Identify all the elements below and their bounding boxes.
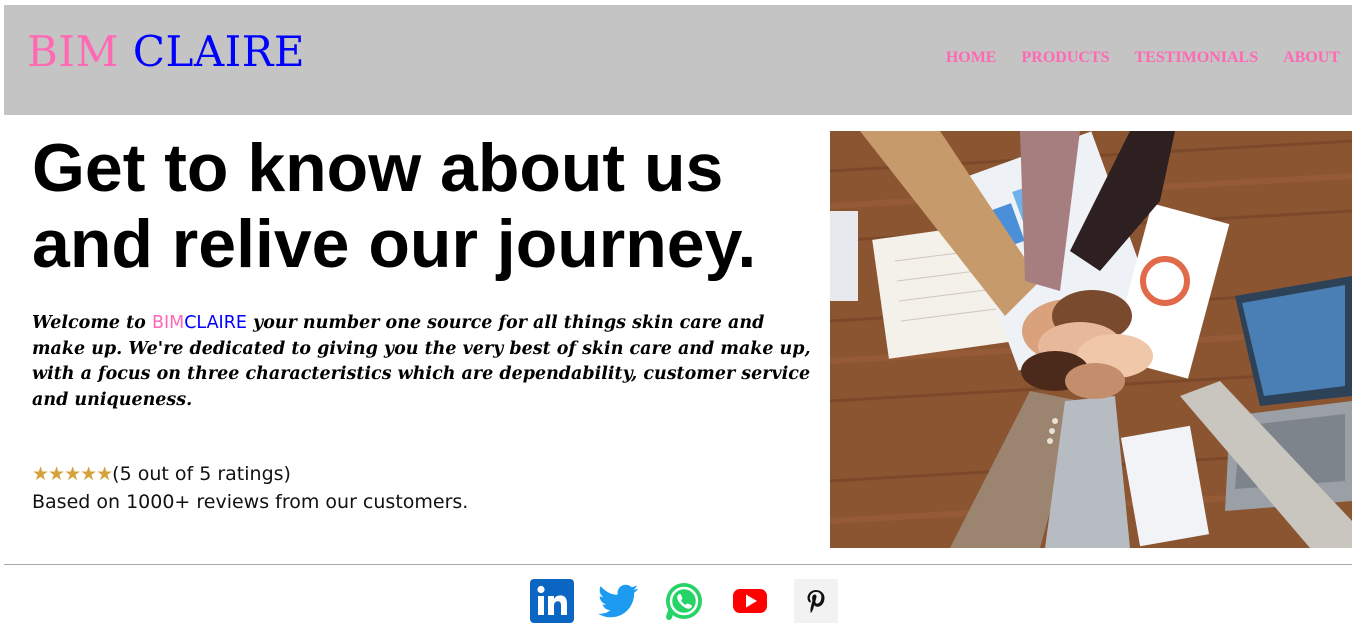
linkedin-icon[interactable] <box>530 579 574 623</box>
nav-link-testimonials[interactable]: TESTIMONIALS <box>1135 49 1259 67</box>
main-nav: HOME PRODUCTS TESTIMONIALS ABOUT <box>946 49 1340 67</box>
rating-summary: (5 out of 5 ratings) <box>112 463 291 485</box>
rating-stars: ★★★★★ <box>32 463 113 485</box>
brand-logo[interactable]: BIM CLAIRE <box>27 27 305 77</box>
nav-link-about[interactable]: ABOUT <box>1283 49 1340 67</box>
reviews-summary: Based on 1000+ reviews from our customer… <box>32 491 469 513</box>
social-links <box>530 579 838 623</box>
site-header: BIM CLAIRE HOME PRODUCTS TESTIMONIALS AB… <box>4 5 1352 115</box>
youtube-icon[interactable] <box>728 579 772 623</box>
logo-part-claire: CLAIRE <box>132 27 306 76</box>
nav-link-products[interactable]: PRODUCTS <box>1021 49 1109 67</box>
twitter-icon[interactable] <box>596 579 640 623</box>
footer-divider <box>4 564 1352 565</box>
intro-lead-text: Welcome to <box>32 313 152 333</box>
logo-part-bim: BIM <box>27 27 119 76</box>
pinterest-icon[interactable] <box>794 579 838 623</box>
team-hands-illustration <box>830 131 1352 548</box>
intro-brand-claire: CLAIRE <box>184 313 247 333</box>
rating-block: ★★★★★(5 out of 5 ratings) Based on 1000+… <box>32 460 468 516</box>
nav-link-home[interactable]: HOME <box>946 49 997 67</box>
intro-paragraph: Welcome to BIMCLAIRE your number one sou… <box>32 311 812 413</box>
page-headline: Get to know about us and relive our jour… <box>32 130 757 282</box>
intro-brand-bim: BIM <box>151 313 185 333</box>
team-hands-photo <box>830 131 1352 548</box>
whatsapp-icon[interactable] <box>662 579 706 623</box>
